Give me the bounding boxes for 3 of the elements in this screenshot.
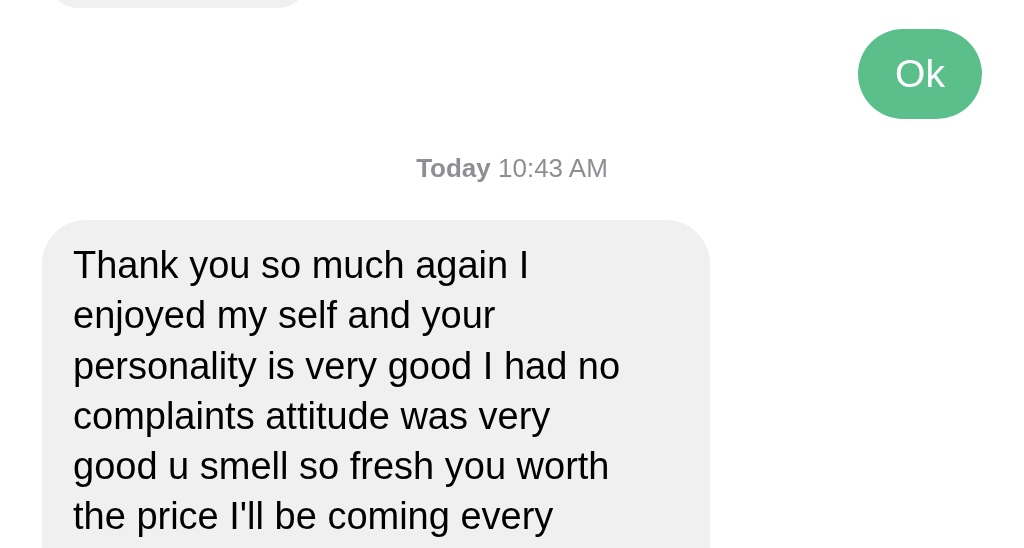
message-bubble: Thank you so much again I enjoyed my self and your personality is very good I had no complaints attitude was very good u smell so fresh you worth the price I'll be coming every <box>42 220 710 548</box>
message-bubble: Ok <box>858 29 982 119</box>
message-timestamp: Today 10:43 AM <box>416 153 608 184</box>
